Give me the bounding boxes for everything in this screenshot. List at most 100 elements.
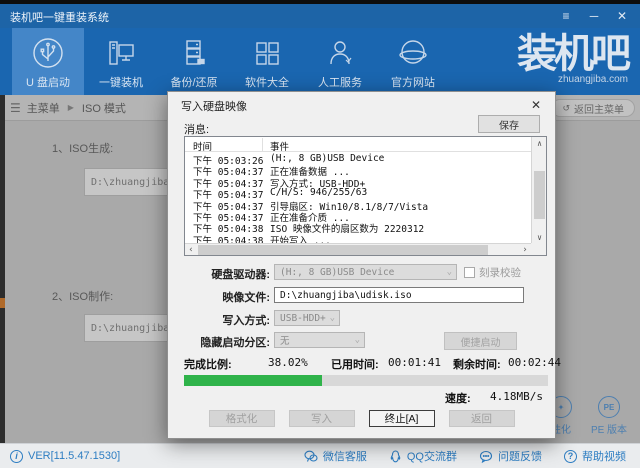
nav-item-support[interactable]: 人工服务 (304, 28, 376, 95)
scroll-down-icon[interactable]: ∨ (532, 231, 547, 243)
speed-label: 速度: (445, 390, 471, 406)
image-file-input[interactable]: D:\zhuangjiba\udisk.iso (274, 287, 524, 303)
log-row: 下午 05:04:37正在准备介质 ... (185, 210, 531, 221)
usb-icon (30, 35, 66, 71)
progress-bar (184, 375, 548, 386)
scrollbar-corner (531, 243, 546, 255)
write-button[interactable]: 写入 (289, 410, 355, 427)
log-row: 下午 05:04:37引导扇区: Win10/8.1/8/7/Vista (185, 199, 531, 210)
software-grid-icon (249, 35, 285, 71)
dialog-close-icon[interactable]: ✕ (527, 96, 545, 114)
nav-label: 软件大全 (245, 74, 289, 90)
pe-version-label: PE 版本 (586, 421, 632, 436)
breadcrumb-root[interactable]: 主菜单 (27, 100, 60, 116)
chevron-down-icon: ⌄ (447, 267, 452, 277)
horizontal-scrollbar[interactable]: ‹ › (185, 243, 531, 255)
logo-text: 装机吧 (496, 32, 628, 76)
vertical-scroll-thumb[interactable] (534, 171, 545, 219)
feedback-link[interactable]: 问题反馈 (479, 448, 542, 464)
app-window: 装机吧一键重装系统 ≡ ─ ✕ U 盘启动 (0, 0, 640, 468)
hidden-partition-select[interactable]: 无 ⌄ (274, 332, 365, 348)
menu-icon[interactable]: ≡ (554, 6, 578, 26)
pe-icon: PE (598, 396, 620, 418)
save-button[interactable]: 保存 (478, 115, 540, 133)
log-header: 时间 事件 (185, 137, 531, 152)
computer-icon (103, 35, 139, 71)
window-controls: ≡ ─ ✕ (554, 4, 634, 28)
drive-label: 硬盘驱动器: (170, 266, 270, 282)
back-to-main-menu-button[interactable]: ↺ 返回主菜单 (551, 99, 635, 117)
log-row: 下午 05:04:37C/H/S: 946/255/63 (185, 187, 531, 198)
desktop-sliver (0, 95, 5, 443)
iso-generate-label: 1、ISO生成: (52, 140, 113, 156)
minimize-icon[interactable]: ─ (582, 6, 606, 26)
wechat-support-link[interactable]: 微信客服 (304, 448, 367, 464)
scroll-right-icon[interactable]: › (519, 244, 531, 256)
log-col-time: 时间 (193, 139, 212, 153)
dialog-title: 写入硬盘映像 (181, 98, 247, 114)
hidden-partition-label: 隐藏启动分区: (170, 334, 270, 350)
verify-checkbox[interactable] (464, 267, 475, 278)
percent-label: 完成比例: (184, 356, 232, 372)
remain-label: 剩余时间: (453, 356, 501, 372)
chevron-down-icon: ⌄ (355, 335, 360, 345)
remain-value: 00:02:44 (508, 356, 561, 369)
column-divider (262, 138, 263, 151)
backup-icon (176, 35, 212, 71)
close-icon[interactable]: ✕ (610, 6, 634, 26)
hamburger-icon[interactable]: ☰ (10, 101, 21, 115)
abort-button[interactable]: 终止[A] (369, 410, 435, 427)
log-row: 下午 05:04:38ISO 映像文件的扇区数为 2220312 (185, 221, 531, 232)
elapsed-label: 已用时间: (331, 356, 379, 372)
nav-item-one-key-install[interactable]: 一键装机 (85, 28, 157, 95)
info-icon: i (10, 450, 23, 463)
globe-icon (395, 35, 431, 71)
nav-label: 官方网站 (391, 74, 435, 90)
person-icon (322, 35, 358, 71)
status-bar: i VER[11.5.47.1530] 微信客服 (0, 443, 640, 468)
feedback-bubble-icon (479, 450, 493, 463)
log-rows: 下午 05:03:26(H:, 8 GB)USB Device 下午 05:04… (185, 153, 531, 244)
verify-checkbox-row[interactable]: 刻录校验 (464, 265, 521, 280)
nav-item-official-site[interactable]: 官方网站 (377, 28, 449, 95)
chevron-down-icon: ⌄ (330, 313, 335, 323)
write-mode-select[interactable]: USB-HDD+ ⌄ (274, 310, 340, 326)
version-text: VER[11.5.47.1530] (28, 450, 120, 462)
back-arrow-icon: ↺ (562, 103, 570, 114)
log-row: 下午 05:04:37正在准备数据 ... (185, 164, 531, 175)
scroll-up-icon[interactable]: ∧ (532, 137, 547, 149)
return-button[interactable]: 返回 (449, 410, 515, 427)
message-label: 消息: (184, 121, 209, 137)
progress-fill (184, 375, 322, 386)
scroll-left-icon[interactable]: ‹ (185, 244, 197, 256)
write-mode-label: 写入方式: (170, 312, 270, 328)
nav-item-usb-boot[interactable]: U 盘启动 (12, 28, 84, 95)
help-video-link[interactable]: ? 帮助视频 (564, 448, 626, 464)
percent-value: 38.02% (268, 356, 308, 369)
help-icon: ? (564, 450, 577, 463)
wechat-icon (304, 450, 318, 463)
window-title: 装机吧一键重装系统 (10, 9, 109, 25)
drive-select[interactable]: (H:, 8 GB)USB Device ⌄ (274, 264, 457, 280)
qq-icon (389, 450, 402, 463)
nav-label: 备份/还原 (170, 74, 217, 90)
nav-item-software[interactable]: 软件大全 (231, 28, 303, 95)
breadcrumb-current: ISO 模式 (82, 100, 126, 116)
nav-label: 一键装机 (99, 74, 143, 90)
log-row: 下午 05:04:37写入方式: USB-HDD+ (185, 176, 531, 187)
write-disk-image-dialog: 写入硬盘映像 ✕ 消息: 保存 时间 事件 下午 05:03:26(H:, 8 … (167, 91, 556, 439)
event-log-list[interactable]: 时间 事件 下午 05:03:26(H:, 8 GB)USB Device 下午… (184, 136, 547, 256)
quick-boot-button[interactable]: 便捷启动 (444, 332, 517, 350)
vertical-scrollbar[interactable]: ∧ ∨ (531, 137, 546, 243)
pe-version-tool[interactable]: PE PE 版本 (586, 396, 632, 436)
verify-label: 刻录校验 (479, 265, 521, 280)
version-info: i VER[11.5.47.1530] (10, 450, 120, 463)
horizontal-scroll-thumb[interactable] (198, 245, 488, 255)
qq-group-link[interactable]: QQ交流群 (389, 448, 457, 464)
status-links: 微信客服 QQ交流群 (304, 448, 626, 464)
nav-item-backup-restore[interactable]: 备份/还原 (158, 28, 230, 95)
format-button[interactable]: 格式化 (209, 410, 275, 427)
elapsed-value: 00:01:41 (388, 356, 441, 369)
main-nav: U 盘启动 一键装机 (0, 28, 640, 95)
desktop-speck (0, 298, 5, 308)
